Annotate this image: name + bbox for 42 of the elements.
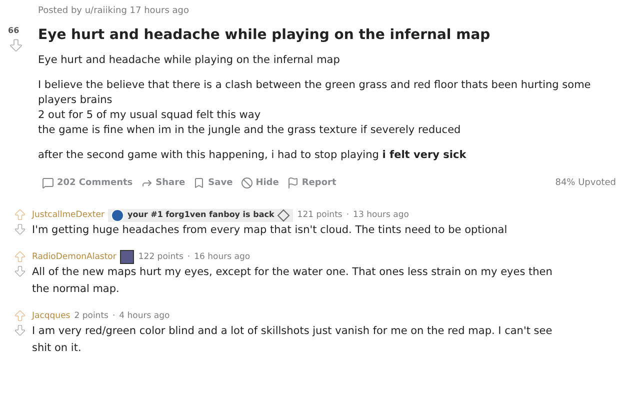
comment-author[interactable]: JustcallmeDexter bbox=[32, 208, 104, 222]
comment-points: 2 points bbox=[74, 310, 108, 322]
downvote-icon[interactable] bbox=[13, 323, 27, 337]
comment-time: 4 hours ago bbox=[119, 310, 170, 322]
hide-icon bbox=[240, 177, 253, 190]
report-icon bbox=[286, 177, 299, 190]
upvote-icon[interactable] bbox=[13, 250, 27, 264]
post-action-button[interactable]: Report bbox=[282, 174, 340, 192]
comment-author[interactable]: Jacqques bbox=[32, 310, 70, 322]
share-icon bbox=[140, 177, 153, 190]
separator-dot: · bbox=[346, 208, 350, 222]
upvote-icon[interactable] bbox=[13, 309, 27, 323]
user-flair: your #1 forg1ven fanboy is back bbox=[108, 208, 294, 222]
comment-text: I'm getting huge headaches from every map that isn't cloud. The tints need to be optional bbox=[32, 223, 508, 238]
post-action-button[interactable]: Save bbox=[189, 174, 237, 192]
post-action-button[interactable]: Hide bbox=[236, 174, 283, 192]
downvote-icon[interactable] bbox=[13, 264, 27, 278]
upvote-percentage: 84% Upvoted bbox=[555, 176, 616, 190]
post-action-button[interactable]: Share bbox=[136, 174, 190, 192]
upvote-icon[interactable] bbox=[13, 208, 27, 222]
post-body-line: Eye hurt and headache while playing on the infernal map bbox=[38, 52, 341, 68]
post-body-line: the game is fine when im in the jungle and the grass texture if severely reduced bbox=[38, 122, 462, 138]
separator-dot: · bbox=[112, 310, 116, 322]
vote-count: 66 bbox=[8, 24, 20, 36]
comment-points: 122 points bbox=[138, 250, 184, 264]
save-icon bbox=[193, 177, 206, 190]
comment-author[interactable]: RadioDemonAlastor bbox=[32, 250, 116, 264]
downvote-icon[interactable] bbox=[8, 36, 24, 52]
post-body-line: after the second game with this happening, i had to stop playing i felt very sick bbox=[38, 148, 468, 162]
comment-text: I am very red/green color blind and a lot of skillshots just vanish for me on the red map. I can't see shit on it. bbox=[32, 324, 554, 356]
post-body-line: I believe the believe that there is a clash between the green grass and red floor thats been hurting some players brains bbox=[38, 78, 592, 108]
comment-text: All of the new maps hurt my eyes, except for the water one. That ones less strain on my eyes then the normal map. bbox=[32, 265, 554, 297]
post-title: Eye hurt and headache while playing on the infernal map bbox=[38, 26, 492, 44]
post-body-line: 2 out for 5 of my usual squad felt this way bbox=[38, 108, 262, 122]
comments-icon bbox=[42, 177, 54, 190]
comment-time: 16 hours ago bbox=[194, 250, 250, 264]
comment-points: 121 points bbox=[297, 208, 342, 222]
downvote-icon[interactable] bbox=[13, 222, 27, 236]
separator-dot: · bbox=[187, 250, 190, 264]
comment-time: 13 hours ago bbox=[353, 208, 409, 222]
post-action-button[interactable]: 202 Comments bbox=[38, 174, 137, 192]
post-meta: Posted by u/raiiking 17 hours ago bbox=[38, 5, 190, 18]
